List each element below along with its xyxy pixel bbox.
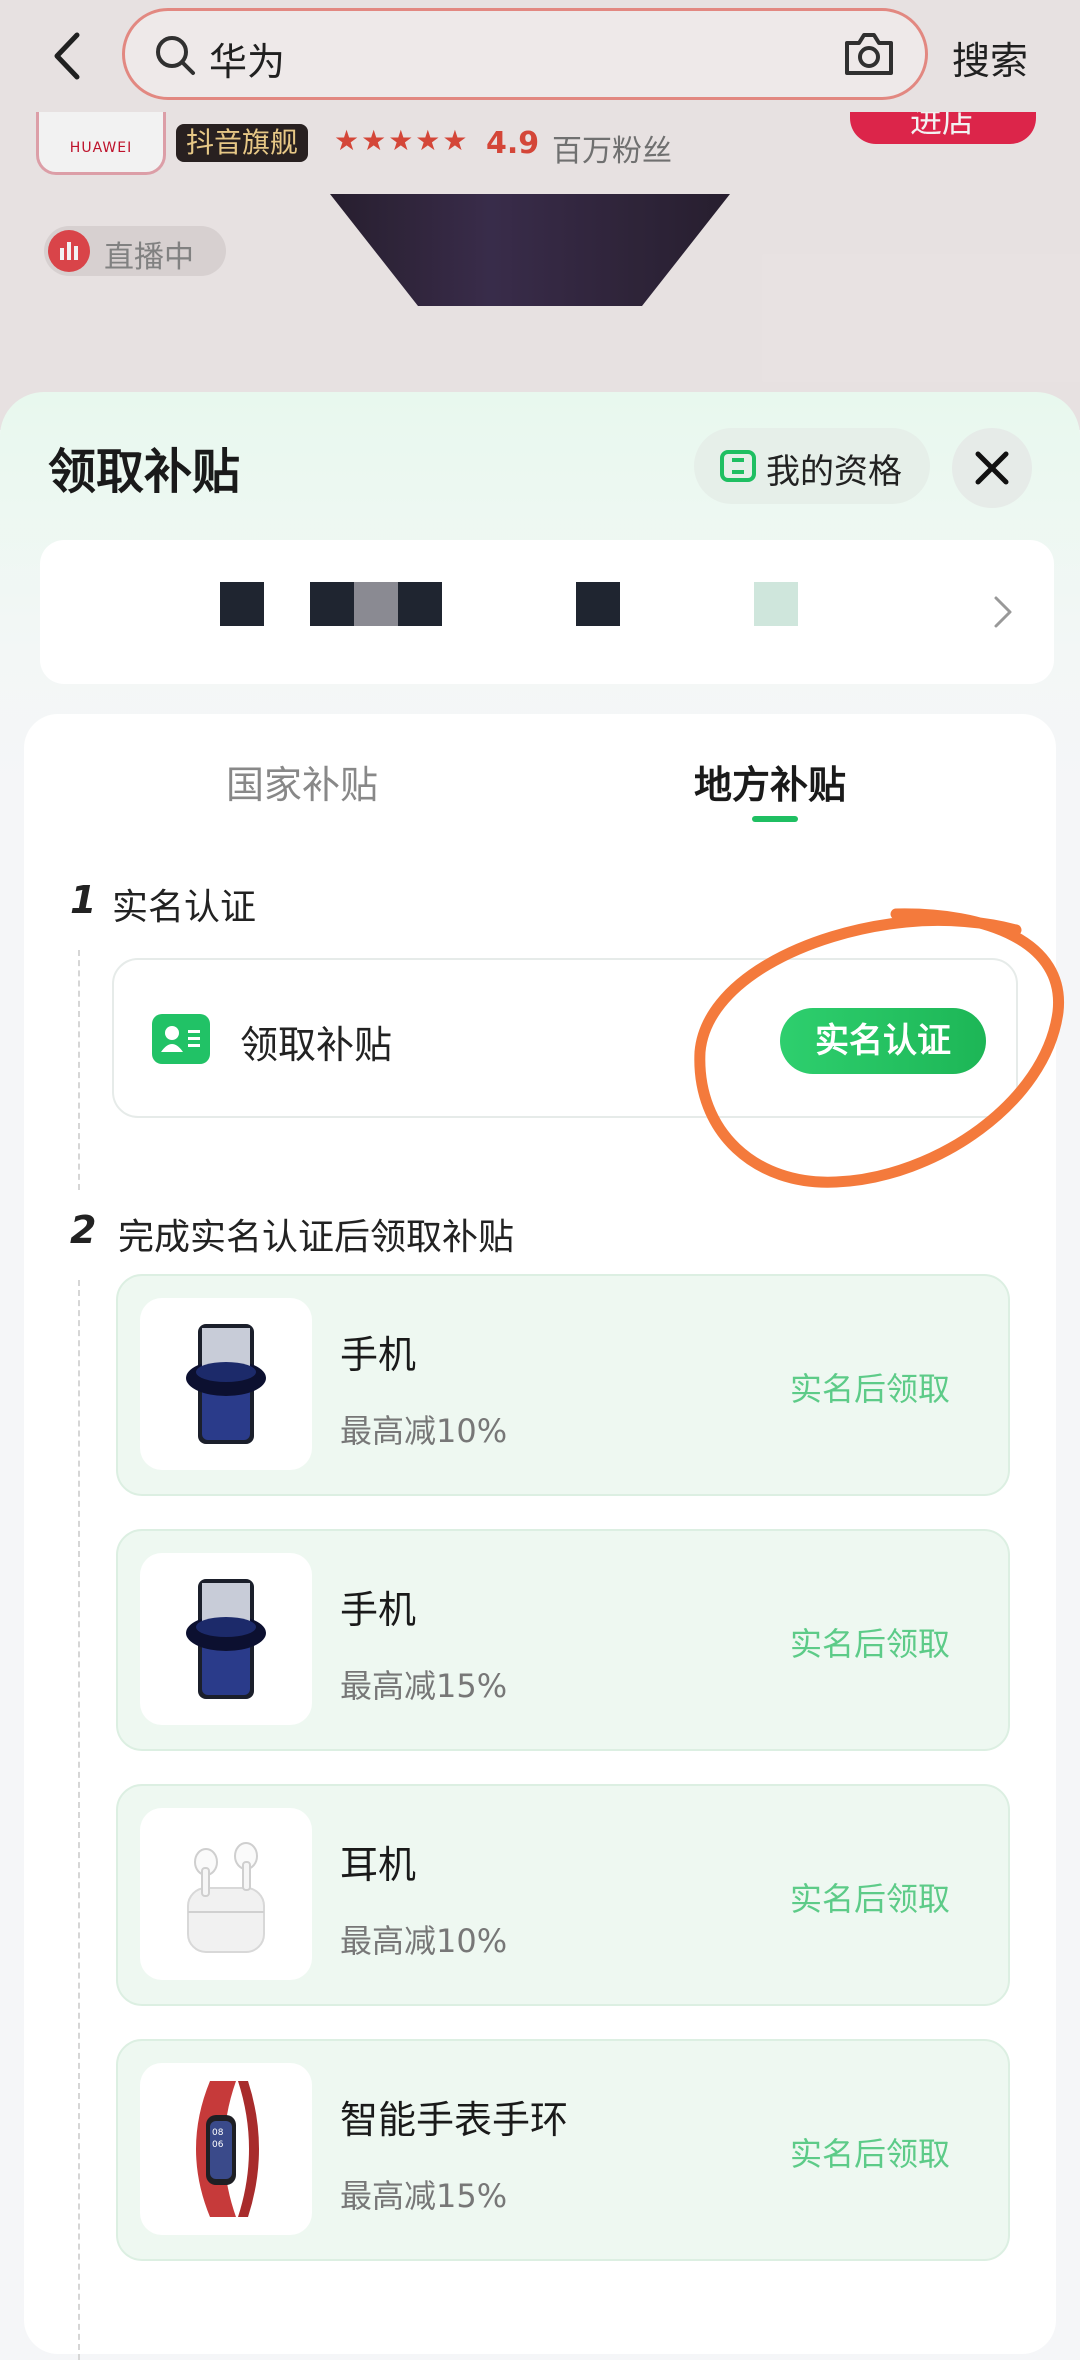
item-name: 耳机	[340, 1843, 417, 1887]
claim-after-verify-button[interactable]: 实名后领取	[790, 2129, 950, 2175]
verify-row-label: 领取补贴	[240, 1023, 393, 1067]
item-name: 智能手表手环	[340, 2098, 569, 2142]
back-button[interactable]	[36, 24, 96, 88]
close-icon	[975, 451, 1009, 485]
camera-icon[interactable]	[841, 29, 897, 79]
my-qualification-label: 我的资格	[766, 452, 902, 492]
search-input[interactable]: 华为	[122, 8, 928, 100]
close-button[interactable]	[952, 428, 1032, 508]
live-badge[interactable]: 直播中	[44, 226, 226, 276]
tab-local-subsidy[interactable]: 地方补贴	[694, 754, 846, 809]
subsidy-item-smartwatch[interactable]: 08 06 智能手表手环 最高减15% 实名后领取	[116, 2039, 1010, 2261]
claim-after-verify-button[interactable]: 实名后领取	[790, 1874, 950, 1920]
item-name: 手机	[340, 1588, 417, 1632]
chevron-right-icon	[994, 596, 1012, 628]
subsidy-item-earphones[interactable]: 耳机 最高减10% 实名后领取	[116, 1784, 1010, 2006]
claim-after-verify-button[interactable]: 实名后领取	[790, 1619, 950, 1665]
item-discount: 最高减10%	[340, 1922, 508, 1960]
step-2-title: 完成实名认证后领取补贴	[118, 1217, 515, 1258]
phone-image	[140, 1298, 312, 1470]
annotation-circle	[694, 908, 1064, 1188]
subsidy-item-phone-2[interactable]: 手机 最高减15% 实名后领取	[116, 1529, 1010, 1751]
search-button[interactable]: 搜索	[952, 30, 1028, 85]
store-rating: 4.9	[486, 126, 540, 161]
ticket-icon	[720, 450, 756, 482]
step-connector	[78, 1280, 80, 2360]
live-icon	[48, 230, 90, 272]
search-query: 华为	[209, 40, 286, 84]
item-discount: 最高减10%	[340, 1412, 508, 1450]
live-label: 直播中	[104, 240, 194, 275]
top-bar: 华为 搜索	[0, 0, 1080, 112]
svg-text:06: 06	[212, 2140, 224, 2150]
sheet-title: 领取补贴	[48, 444, 241, 500]
redacted-content	[220, 582, 820, 628]
subsidy-sheet: 领取补贴 我的资格 国家补贴 地方补贴 1 实名认证 领取补贴 实名认证 2 完…	[0, 392, 1080, 2360]
subsidy-item-phone-1[interactable]: 手机 最高减10% 实名后领取	[116, 1274, 1010, 1496]
search-icon	[156, 36, 195, 75]
store-fans: 百万粉丝	[552, 134, 672, 169]
subsidy-card: 国家补贴 地方补贴 1 实名认证 领取补贴 实名认证 2 完成实名认证后领取补贴…	[24, 714, 1064, 2360]
redacted-banner[interactable]	[40, 540, 1054, 684]
store-logo-text: HUAWEI	[69, 140, 133, 156]
phone-image	[140, 1553, 312, 1725]
back-arrow-icon	[54, 32, 80, 80]
item-discount: 最高减15%	[340, 1667, 508, 1705]
svg-text:08: 08	[212, 2128, 224, 2138]
item-discount: 最高减15%	[340, 2177, 508, 2215]
store-badge: 抖音旗舰	[176, 124, 309, 162]
id-card-icon	[152, 1014, 210, 1064]
active-tab-indicator	[752, 816, 798, 822]
step-1-number: 1	[70, 878, 97, 922]
tab-national-subsidy[interactable]: 国家补贴	[226, 754, 378, 809]
claim-after-verify-button[interactable]: 实名后领取	[790, 1364, 950, 1410]
item-name: 手机	[340, 1333, 417, 1377]
my-qualification-button[interactable]: 我的资格	[694, 428, 930, 504]
step-1-title: 实名认证	[112, 887, 257, 928]
earbuds-image	[140, 1808, 312, 1980]
rating-stars: ★★★★★	[334, 124, 470, 157]
step-2-number: 2	[70, 1208, 97, 1252]
smart-band-image: 08 06	[140, 2063, 312, 2235]
step-connector	[78, 950, 80, 1190]
